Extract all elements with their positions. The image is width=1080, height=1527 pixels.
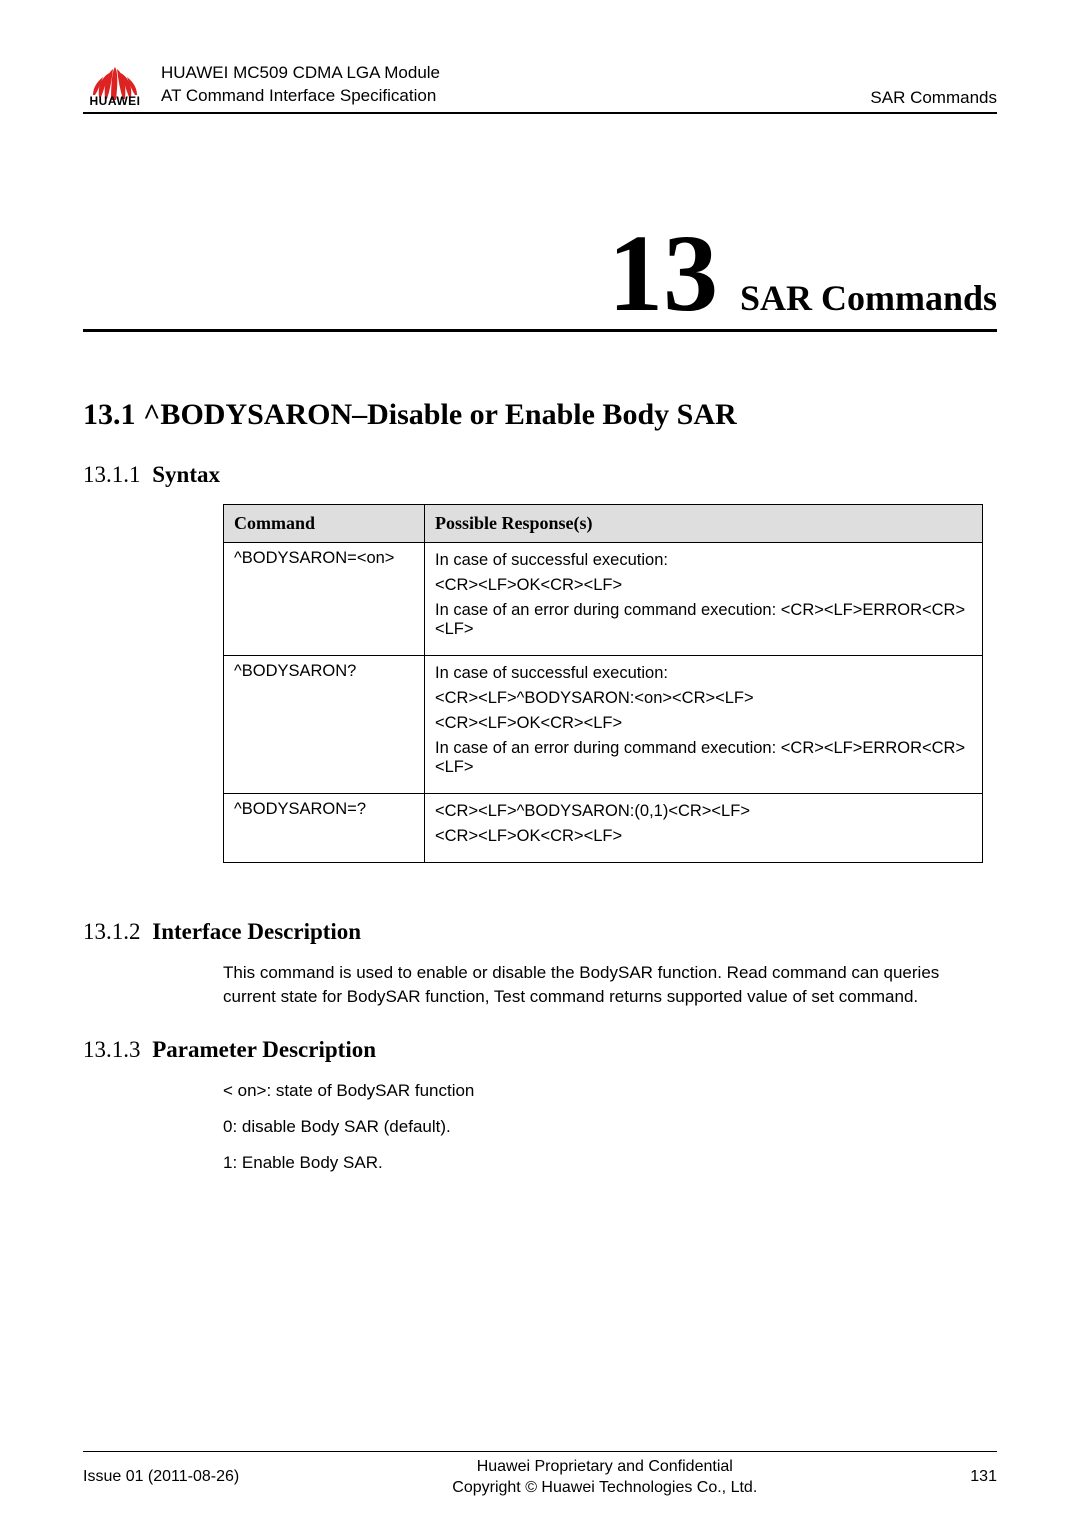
- huawei-logo: HUAWEI: [83, 67, 147, 108]
- section-number: 13.1: [83, 398, 136, 431]
- param-line: 1: Enable Body SAR.: [223, 1151, 993, 1175]
- interface-text: This command is used to enable or disabl…: [223, 961, 993, 1009]
- doc-title-line1: HUAWEI MC509 CDMA LGA Module: [161, 62, 440, 85]
- cell-response: <CR><LF>^BODYSARON:(0,1)<CR><LF> <CR><LF…: [425, 793, 983, 862]
- resp-line: <CR><LF>^BODYSARON:(0,1)<CR><LF>: [435, 802, 972, 821]
- col-response: Possible Response(s): [425, 504, 983, 542]
- logo-text: HUAWEI: [90, 94, 141, 108]
- syntax-table: Command Possible Response(s) ^BODYSARON=…: [223, 504, 983, 863]
- syntax-title: Syntax: [152, 462, 220, 487]
- page-header: HUAWEI HUAWEI MC509 CDMA LGA Module AT C…: [83, 62, 997, 114]
- cell-response: In case of successful execution: <CR><LF…: [425, 655, 983, 793]
- resp-line: In case of an error during command execu…: [435, 601, 972, 639]
- doc-title-line2: AT Command Interface Specification: [161, 85, 440, 108]
- footer-mid1: Huawei Proprietary and Confidential: [452, 1456, 757, 1478]
- footer-mid2: Copyright © Huawei Technologies Co., Ltd…: [452, 1477, 757, 1499]
- resp-line: <CR><LF>OK<CR><LF>: [435, 576, 972, 595]
- section-title: ^BODYSARON–Disable or Enable Body SAR: [143, 398, 737, 431]
- footer-page-number: 131: [970, 1468, 997, 1486]
- cell-command: ^BODYSARON?: [224, 655, 425, 793]
- header-left: HUAWEI HUAWEI MC509 CDMA LGA Module AT C…: [83, 62, 440, 108]
- param-title: Parameter Description: [152, 1037, 376, 1062]
- resp-line: <CR><LF>^BODYSARON:<on><CR><LF>: [435, 689, 972, 708]
- resp-line: In case of successful execution:: [435, 664, 972, 683]
- table-row: ^BODYSARON? In case of successful execut…: [224, 655, 983, 793]
- param-num: 13.1.3: [83, 1037, 141, 1062]
- cell-response: In case of successful execution: <CR><LF…: [425, 542, 983, 655]
- footer-left: Issue 01 (2011-08-26): [83, 1468, 239, 1486]
- footer-mid: Huawei Proprietary and Confidential Copy…: [452, 1456, 757, 1499]
- cell-command: ^BODYSARON=<on>: [224, 542, 425, 655]
- syntax-num: 13.1.1: [83, 462, 141, 487]
- table-head-row: Command Possible Response(s): [224, 504, 983, 542]
- subsection-interface: 13.1.2 Interface Description: [83, 919, 997, 945]
- resp-line: <CR><LF>OK<CR><LF>: [435, 714, 972, 733]
- header-right: SAR Commands: [870, 88, 997, 108]
- page-footer: Issue 01 (2011-08-26) Huawei Proprietary…: [83, 1451, 997, 1499]
- chapter-number: 13: [608, 224, 718, 323]
- table-row: ^BODYSARON=? <CR><LF>^BODYSARON:(0,1)<CR…: [224, 793, 983, 862]
- section-heading: 13.1 ^BODYSARON–Disable or Enable Body S…: [83, 398, 997, 432]
- param-line: < on>: state of BodySAR function: [223, 1079, 993, 1103]
- chapter-title: SAR Commands: [740, 278, 997, 318]
- cell-command: ^BODYSARON=?: [224, 793, 425, 862]
- table-row: ^BODYSARON=<on> In case of successful ex…: [224, 542, 983, 655]
- page: HUAWEI HUAWEI MC509 CDMA LGA Module AT C…: [0, 0, 1080, 1527]
- resp-line: In case of successful execution:: [435, 551, 972, 570]
- param-line: 0: disable Body SAR (default).: [223, 1115, 993, 1139]
- subsection-syntax: 13.1.1 Syntax: [83, 462, 997, 488]
- header-titles: HUAWEI MC509 CDMA LGA Module AT Command …: [161, 62, 440, 108]
- interface-num: 13.1.2: [83, 919, 141, 944]
- resp-line: In case of an error during command execu…: [435, 739, 972, 777]
- parameter-body: < on>: state of BodySAR function 0: disa…: [223, 1079, 993, 1187]
- col-command: Command: [224, 504, 425, 542]
- interface-body: This command is used to enable or disabl…: [223, 961, 993, 1021]
- resp-line: <CR><LF>OK<CR><LF>: [435, 827, 972, 846]
- interface-title: Interface Description: [152, 919, 361, 944]
- chapter-heading: 13 SAR Commands: [83, 224, 997, 332]
- subsection-parameter: 13.1.3 Parameter Description: [83, 1037, 997, 1063]
